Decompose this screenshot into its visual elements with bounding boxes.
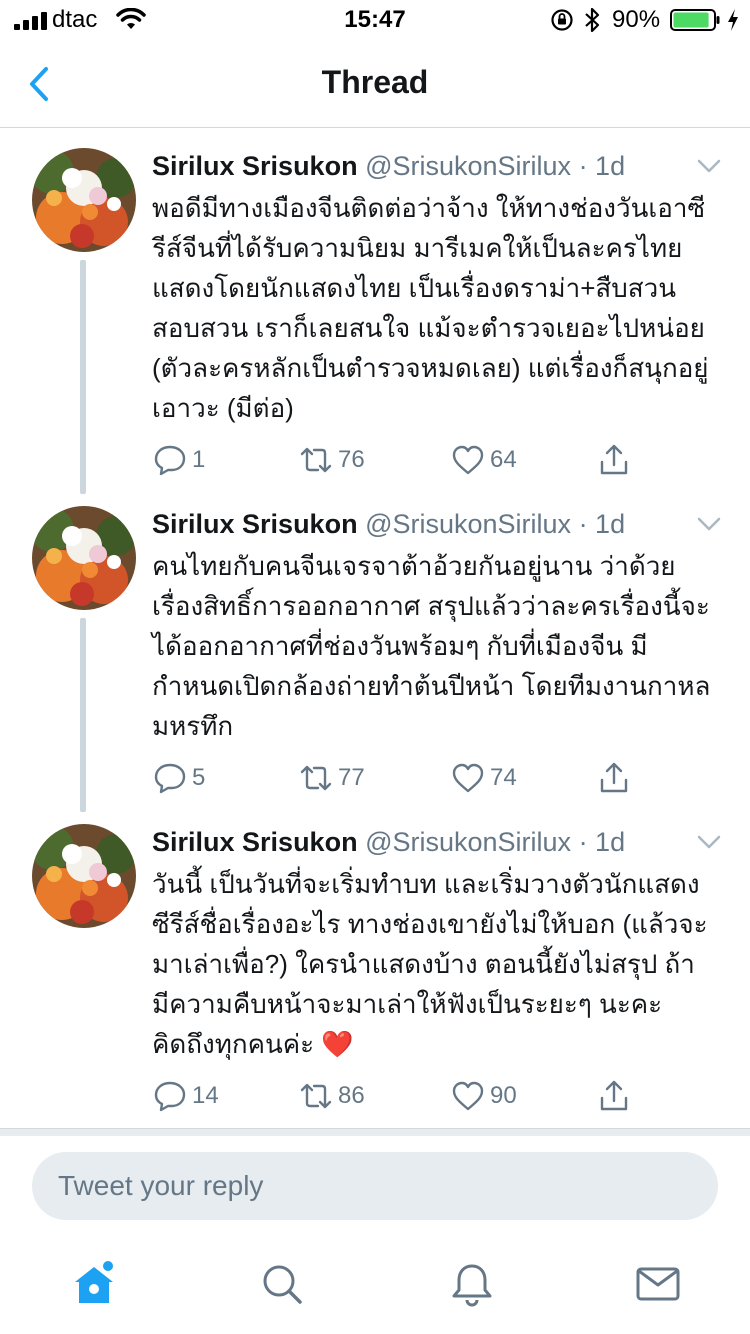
tab-messages[interactable] bbox=[634, 1260, 682, 1308]
tweet-time: · 1d bbox=[578, 151, 626, 181]
reply-button[interactable]: 14 bbox=[152, 1076, 219, 1116]
divider bbox=[0, 1128, 750, 1136]
like-count: 64 bbox=[490, 446, 517, 473]
tweet-actions: 1 76 64 bbox=[152, 440, 652, 480]
share-icon bbox=[600, 1080, 628, 1111]
battery-percent: 90% bbox=[612, 6, 661, 33]
reply-count: 14 bbox=[192, 1082, 219, 1109]
thread-connector-line bbox=[80, 618, 86, 812]
retweet-icon bbox=[300, 1083, 332, 1109]
messages-icon bbox=[636, 1267, 680, 1301]
retweet-count: 86 bbox=[338, 1082, 365, 1109]
tweet[interactable]: Sirilux Srisukon @SrisukonSirilux · 1d ว… bbox=[0, 824, 750, 1124]
tweet[interactable]: Sirilux Srisukon @SrisukonSirilux · 1d ค… bbox=[0, 506, 750, 816]
avatar[interactable] bbox=[32, 148, 136, 252]
heart-icon bbox=[452, 763, 484, 793]
share-icon bbox=[600, 762, 628, 793]
retweet-icon bbox=[300, 447, 332, 473]
author-name[interactable]: Sirilux Srisukon bbox=[152, 509, 358, 539]
retweet-count: 77 bbox=[338, 764, 365, 791]
share-button[interactable] bbox=[596, 440, 632, 480]
tab-home[interactable] bbox=[70, 1260, 118, 1308]
reply-count: 1 bbox=[192, 446, 206, 473]
reply-icon bbox=[154, 445, 186, 476]
author-name[interactable]: Sirilux Srisukon bbox=[152, 151, 358, 181]
avatar[interactable] bbox=[32, 506, 136, 610]
author-handle[interactable]: @SrisukonSirilux bbox=[365, 509, 571, 539]
reply-placeholder: Tweet your reply bbox=[58, 1170, 264, 1201]
status-bar: dtac 15:47 90% bbox=[0, 0, 750, 40]
reply-button[interactable]: 5 bbox=[152, 758, 205, 798]
retweet-button[interactable]: 76 bbox=[298, 440, 365, 480]
thread-connector-line bbox=[80, 260, 86, 494]
share-button[interactable] bbox=[596, 758, 632, 798]
retweet-count: 76 bbox=[338, 446, 365, 473]
like-button[interactable]: 90 bbox=[450, 1076, 517, 1116]
chevron-down-icon[interactable] bbox=[694, 514, 724, 534]
share-icon bbox=[600, 444, 628, 475]
bluetooth-icon bbox=[585, 7, 600, 33]
home-icon bbox=[75, 1261, 113, 1303]
like-count: 90 bbox=[490, 1082, 517, 1109]
tab-search[interactable] bbox=[258, 1260, 306, 1308]
tweet-time: · 1d bbox=[578, 827, 626, 857]
author-handle[interactable]: @SrisukonSirilux bbox=[365, 151, 571, 181]
tweet[interactable]: Sirilux Srisukon @SrisukonSirilux · 1d พ… bbox=[0, 148, 750, 494]
retweet-icon bbox=[300, 765, 332, 791]
avatar[interactable] bbox=[32, 824, 136, 928]
like-count: 74 bbox=[490, 764, 517, 791]
reply-input[interactable]: Tweet your reply bbox=[32, 1152, 718, 1220]
chevron-down-icon[interactable] bbox=[694, 156, 724, 176]
tweet-text: คนไทยกับคนจีนเจรจาต้าอ้วยกันอยู่นาน ว่าด… bbox=[152, 551, 711, 741]
heart-icon bbox=[452, 445, 484, 475]
tweet-text: วันนี้ เป็นวันที่จะเริ่มทำบท และเริ่มวาง… bbox=[152, 869, 708, 1059]
battery-icon bbox=[670, 9, 720, 31]
rotation-lock-icon bbox=[551, 9, 573, 31]
nav-header: Thread bbox=[0, 40, 750, 128]
chevron-down-icon[interactable] bbox=[694, 832, 724, 852]
reply-count: 5 bbox=[192, 764, 206, 791]
retweet-button[interactable]: 86 bbox=[298, 1076, 365, 1116]
tweet-actions: 14 86 90 bbox=[152, 1076, 652, 1116]
reply-icon bbox=[154, 1081, 186, 1112]
author-name[interactable]: Sirilux Srisukon bbox=[152, 827, 358, 857]
like-button[interactable]: 74 bbox=[450, 758, 517, 798]
tab-notifications[interactable] bbox=[448, 1260, 496, 1308]
notifications-icon bbox=[452, 1264, 492, 1307]
tweet-actions: 5 77 74 bbox=[152, 758, 652, 798]
reply-button[interactable]: 1 bbox=[152, 440, 205, 480]
tweet-text: พอดีมีทางเมืองจีนติดต่อว่าจ้าง ให้ทางช่อ… bbox=[152, 193, 709, 423]
page-title: Thread bbox=[321, 64, 429, 100]
search-icon bbox=[263, 1265, 302, 1304]
like-button[interactable]: 64 bbox=[450, 440, 517, 480]
share-button[interactable] bbox=[596, 1076, 632, 1116]
author-handle[interactable]: @SrisukonSirilux bbox=[365, 827, 571, 857]
retweet-button[interactable]: 77 bbox=[298, 758, 365, 798]
tweet-time: · 1d bbox=[578, 509, 626, 539]
tab-bar bbox=[0, 1240, 750, 1334]
heart-icon bbox=[452, 1081, 484, 1111]
charging-icon bbox=[728, 9, 738, 31]
reply-icon bbox=[154, 763, 186, 794]
